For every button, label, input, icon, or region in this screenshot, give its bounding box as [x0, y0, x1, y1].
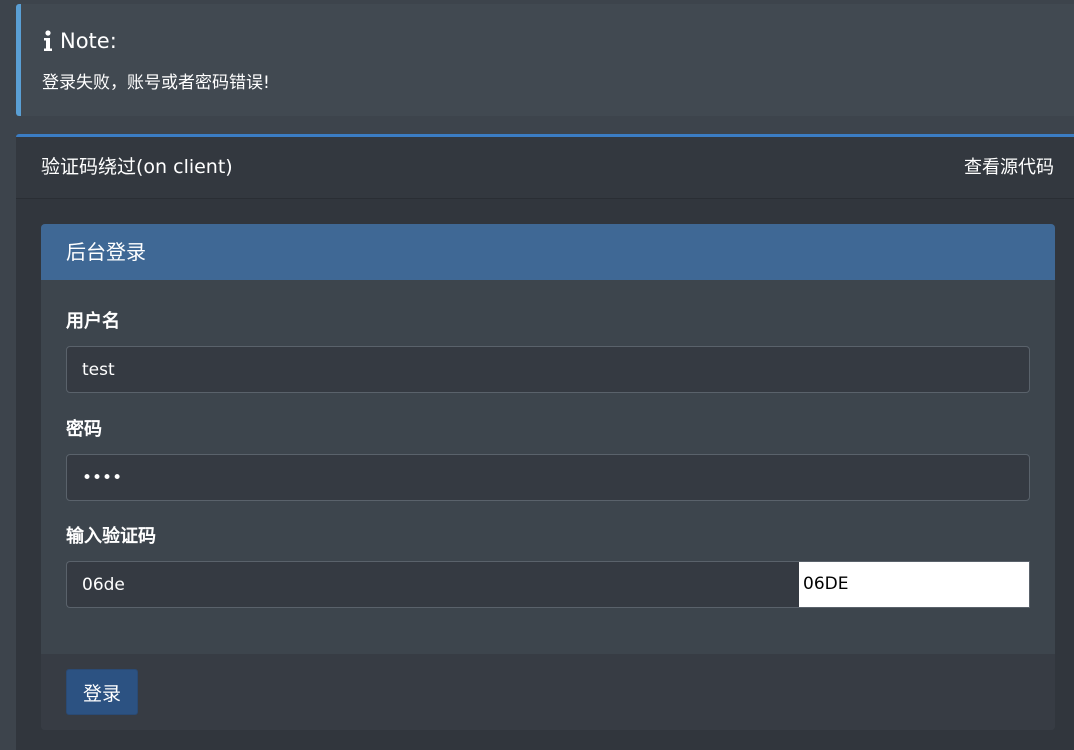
- login-box-header: 后台登录: [41, 224, 1055, 280]
- username-input[interactable]: [66, 346, 1030, 393]
- page: Note: 登录失败，账号或者密码错误! 验证码绕过(on client) 查看…: [0, 0, 1074, 750]
- note-title-row: Note:: [42, 28, 117, 54]
- view-source-link[interactable]: 查看源代码: [964, 156, 1054, 180]
- main-panel: 验证码绕过(on client) 查看源代码 后台登录 用户名 密码 输入验证码…: [16, 134, 1074, 750]
- note-message: 登录失败，账号或者密码错误!: [42, 73, 270, 93]
- captcha-code[interactable]: 06DE: [799, 561, 1030, 608]
- captcha-input[interactable]: [66, 561, 799, 608]
- password-label: 密码: [66, 419, 102, 440]
- login-box-footer: 登录: [41, 654, 1055, 730]
- note-callout: Note: 登录失败，账号或者密码错误!: [16, 4, 1074, 116]
- captcha-label: 输入验证码: [66, 526, 156, 547]
- note-title: Note:: [60, 29, 117, 53]
- login-button[interactable]: 登录: [66, 669, 138, 715]
- panel-header: 验证码绕过(on client) 查看源代码: [16, 137, 1074, 199]
- panel-title: 验证码绕过(on client): [41, 156, 233, 178]
- login-box: 后台登录 用户名 密码 输入验证码 06DE 登录: [41, 224, 1055, 730]
- username-label: 用户名: [66, 311, 120, 332]
- password-input[interactable]: [66, 454, 1030, 501]
- info-icon: [44, 30, 52, 51]
- login-box-title: 后台登录: [66, 240, 146, 264]
